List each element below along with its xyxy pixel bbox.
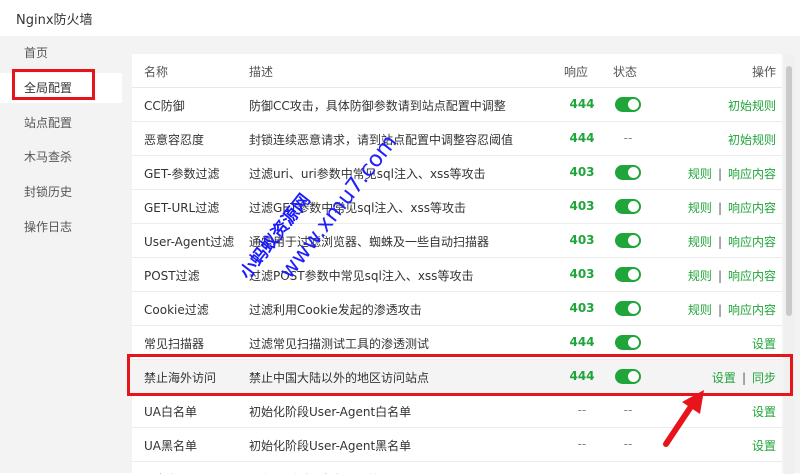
rule-action-link[interactable]: 设置 <box>752 405 776 419</box>
toggle-knob <box>628 337 639 348</box>
rule-state: -- <box>623 131 633 145</box>
rule-action-link[interactable]: 响应内容 <box>728 303 776 317</box>
rule-actions: 设置 <box>752 403 776 420</box>
rule-toggle[interactable] <box>615 301 641 316</box>
rule-action-link[interactable]: 设置 <box>752 337 776 351</box>
rule-actions: 规则 | 响应内容 <box>688 301 776 318</box>
rule-desc: 初始化阶段User-Agent白名单 <box>249 405 412 419</box>
rule-action-link[interactable]: 设置 <box>752 439 776 453</box>
header-state: 状态 <box>613 65 638 79</box>
rule-response-code[interactable]: 403 <box>568 165 596 179</box>
rule-toggle[interactable] <box>615 199 641 214</box>
toggle-knob <box>628 99 639 110</box>
rule-action-link[interactable]: 响应内容 <box>728 235 776 249</box>
rule-desc: 过滤利用Cookie发起的渗透攻击 <box>249 303 422 317</box>
rule-action-link[interactable]: 初始规则 <box>728 133 776 147</box>
header-ops: 操作 <box>751 65 776 79</box>
toggle-knob <box>628 167 639 178</box>
rule-name: GET-URL过滤 <box>144 201 220 215</box>
rule-actions: 初始规则 <box>728 131 776 148</box>
arrow-icon <box>663 390 704 447</box>
rule-action-link[interactable]: 响应内容 <box>728 201 776 215</box>
rule-response-code: -- <box>577 403 587 417</box>
rule-toggle[interactable] <box>615 267 641 282</box>
toggle-knob <box>628 303 639 314</box>
rule-response-code[interactable]: 403 <box>568 199 596 213</box>
rule-state: -- <box>623 437 633 451</box>
table-row: IP白名单所有规则对IP白名单无效----设置 <box>132 462 782 474</box>
rule-response-code[interactable]: 403 <box>568 301 596 315</box>
rule-actions: 初始规则 <box>728 97 776 114</box>
action-separator: | <box>717 167 722 181</box>
rule-actions: 规则 | 响应内容 <box>688 233 776 250</box>
sidebar: 首页 全局配置 站点配置 木马查杀 封锁历史 操作日志 <box>0 36 122 473</box>
rule-actions: 设置 <box>752 437 776 454</box>
rule-response-code[interactable]: 403 <box>568 267 596 281</box>
rule-response-code: -- <box>577 437 587 451</box>
highlight-box-global-config <box>12 69 95 100</box>
rule-desc: 过滤常见扫描测试工具的渗透测试 <box>249 337 430 351</box>
rule-state: -- <box>623 403 633 417</box>
rule-name: UA白名单 <box>144 405 197 419</box>
rule-toggle[interactable] <box>615 165 641 180</box>
rule-action-link[interactable]: 初始规则 <box>728 99 776 113</box>
rule-action-link[interactable]: 规则 <box>688 235 712 249</box>
rule-response-code[interactable]: 444 <box>568 335 596 349</box>
rule-desc: 初始化阶段User-Agent黑名单 <box>249 439 412 453</box>
window-titlebar: Nginx防火墙 <box>0 0 800 36</box>
header-name: 名称 <box>144 65 169 79</box>
action-separator: | <box>717 201 722 215</box>
rule-action-link[interactable]: 响应内容 <box>728 167 776 181</box>
toggle-knob <box>628 201 639 212</box>
rule-actions: 设置 <box>752 335 776 352</box>
rule-actions: 规则 | 响应内容 <box>688 165 776 182</box>
sidebar-item-home[interactable]: 首页 <box>0 38 122 68</box>
rule-toggle[interactable] <box>615 233 641 248</box>
sidebar-item-trojan-scan[interactable]: 木马查杀 <box>0 142 122 172</box>
rule-action-link[interactable]: 规则 <box>688 269 712 283</box>
rule-action-link[interactable]: 规则 <box>688 201 712 215</box>
rule-name: GET-参数过滤 <box>144 167 220 181</box>
rule-response-code[interactable]: 403 <box>568 233 596 247</box>
rule-name: 常见扫描器 <box>144 337 205 351</box>
action-separator: | <box>717 235 722 249</box>
rule-name: POST过滤 <box>144 269 200 283</box>
scrollbar-thumb[interactable] <box>786 66 792 316</box>
rule-toggle[interactable] <box>615 97 641 112</box>
scrollbar[interactable] <box>784 54 794 474</box>
rule-actions: 规则 | 响应内容 <box>688 267 776 284</box>
rule-action-link[interactable]: 响应内容 <box>728 269 776 283</box>
rule-name: 恶意容忍度 <box>144 133 205 147</box>
rule-toggle[interactable] <box>615 335 641 350</box>
rule-action-link[interactable]: 规则 <box>688 167 712 181</box>
window-title: Nginx防火墙 <box>16 13 93 28</box>
sidebar-item-block-history[interactable]: 封锁历史 <box>0 177 122 207</box>
watermark: 小蚂蚁资源网 www.xmu7.com <box>235 130 402 284</box>
rule-action-link[interactable]: 规则 <box>688 303 712 317</box>
toggle-knob <box>628 235 639 246</box>
sidebar-item-operation-log[interactable]: 操作日志 <box>0 212 122 242</box>
action-separator: | <box>717 303 722 317</box>
rule-name: Cookie过滤 <box>144 303 209 317</box>
rule-response-code[interactable]: 444 <box>568 131 596 145</box>
sidebar-item-site-config[interactable]: 站点配置 <box>0 108 122 138</box>
rule-response-code[interactable]: 444 <box>568 97 596 111</box>
rule-name: UA黑名单 <box>144 439 197 453</box>
toggle-knob <box>628 269 639 280</box>
rule-name: CC防御 <box>144 99 185 113</box>
action-separator: | <box>717 269 722 283</box>
header-resp: 响应 <box>564 65 589 79</box>
rule-actions: 规则 | 响应内容 <box>688 199 776 216</box>
